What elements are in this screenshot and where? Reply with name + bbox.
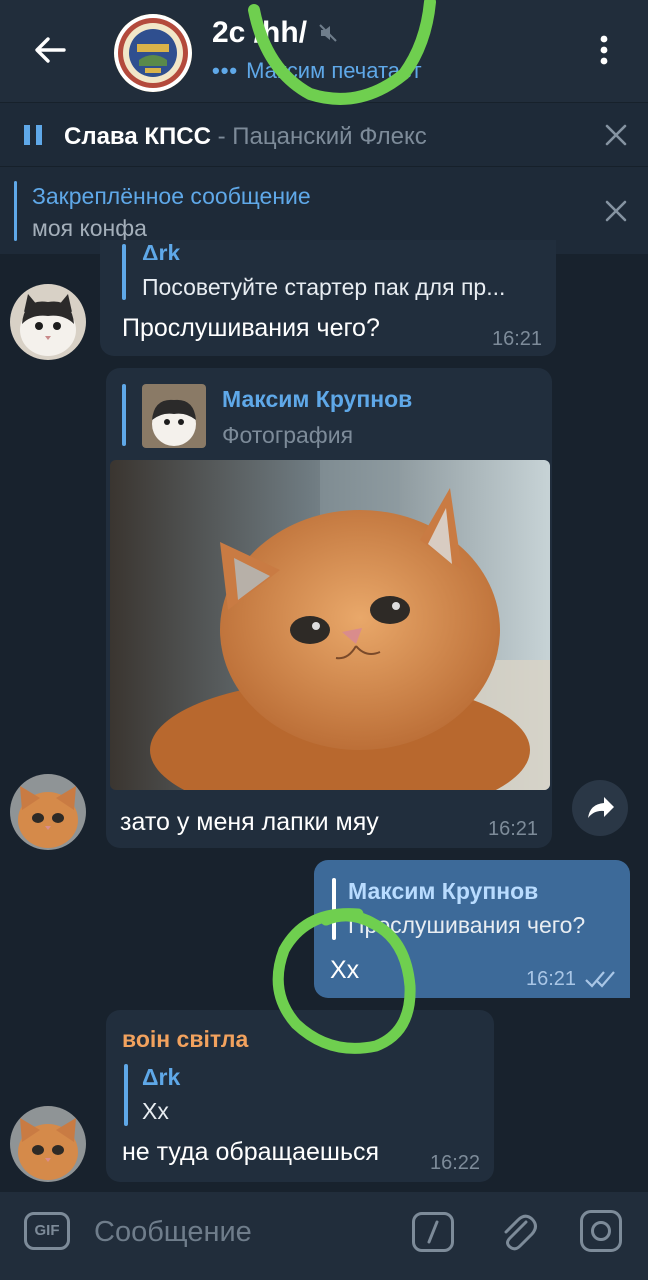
song-artist: Пацанский Флекс [232, 123, 427, 150]
pinned-text: моя конфа [32, 215, 147, 241]
message-text: не туда обращаешься [122, 1138, 380, 1166]
message-time: 16:21 [492, 328, 543, 350]
gif-icon[interactable]: GIF [24, 1212, 70, 1250]
reply-indicator [332, 878, 336, 940]
camera-icon[interactable] [580, 1210, 622, 1252]
reply-text: Прослушивания чего? [348, 912, 586, 938]
avatar[interactable] [10, 1106, 86, 1182]
message-text: Прослушивания чего? [122, 314, 380, 342]
sender-name[interactable]: воін світла [122, 1026, 248, 1053]
message-bubble[interactable]: воін світла Δrk Хх не туда обращаешься 1… [106, 1010, 494, 1182]
mute-icon [319, 24, 337, 42]
reply-sender: Δrk [142, 240, 181, 260]
back-arrow-icon[interactable] [28, 28, 72, 72]
typing-status: Максим печатает [246, 58, 422, 83]
reply-sender: Максим Крупнов [348, 878, 539, 904]
reply-sender: Δrk [142, 1064, 181, 1090]
message-bubble[interactable]: Максим Крупнов Фотография зато у меня ла… [106, 368, 552, 848]
message-text: Хх [330, 956, 360, 984]
read-checks-icon [585, 971, 615, 988]
reply-text: Хх [142, 1098, 169, 1124]
close-pinned-icon[interactable] [602, 197, 630, 225]
reply-indicator [122, 244, 126, 300]
reply-thumbnail [142, 384, 206, 448]
reply-indicator [124, 1064, 128, 1126]
reply-indicator [122, 384, 126, 446]
avatar[interactable] [10, 284, 86, 360]
chat-title[interactable]: 2c /hh/ [212, 16, 307, 50]
close-player-icon[interactable] [602, 121, 630, 149]
song-title: Слава КПСС [64, 123, 211, 150]
message-bubble[interactable]: Δrk Посоветуйте стартер пак для пр... Пр… [100, 240, 556, 356]
message-time: 16:21 [526, 968, 577, 990]
message-input-bar: GIF Сообщение [0, 1192, 648, 1280]
slash-command-icon[interactable] [412, 1212, 454, 1252]
attach-icon[interactable] [494, 1208, 540, 1254]
reply-text: Фотография [222, 422, 354, 448]
message-time: 16:22 [430, 1152, 481, 1174]
music-player-bar[interactable]: Слава КПСС - Пацанский Флекс [0, 102, 648, 166]
typing-indicator-icon: ••• [212, 58, 239, 83]
more-vertical-icon[interactable] [588, 28, 620, 72]
pinned-indicator [14, 181, 17, 241]
message-input[interactable]: Сообщение [94, 1216, 252, 1249]
pause-icon[interactable] [22, 123, 44, 147]
chat-avatar[interactable] [114, 14, 192, 92]
pinned-title: Закреплённое сообщение [32, 183, 311, 209]
now-playing[interactable]: Слава КПСС - Пацанский Флекс [64, 123, 427, 151]
reply-text: Посоветуйте стартер пак для пр... [142, 274, 506, 300]
share-icon[interactable] [572, 780, 628, 836]
message-text: зато у меня лапки мяу [120, 808, 379, 836]
song-separator: - [210, 123, 233, 150]
photo-cat[interactable] [110, 460, 550, 790]
avatar[interactable] [10, 774, 86, 850]
message-time: 16:21 [488, 818, 539, 840]
chat-header: 2c /hh/ ••• Максим печатает [0, 0, 648, 102]
message-bubble-outgoing[interactable]: Максим Крупнов Прослушивания чего? Хх 16… [314, 860, 630, 998]
reply-sender: Максим Крупнов [222, 386, 413, 412]
